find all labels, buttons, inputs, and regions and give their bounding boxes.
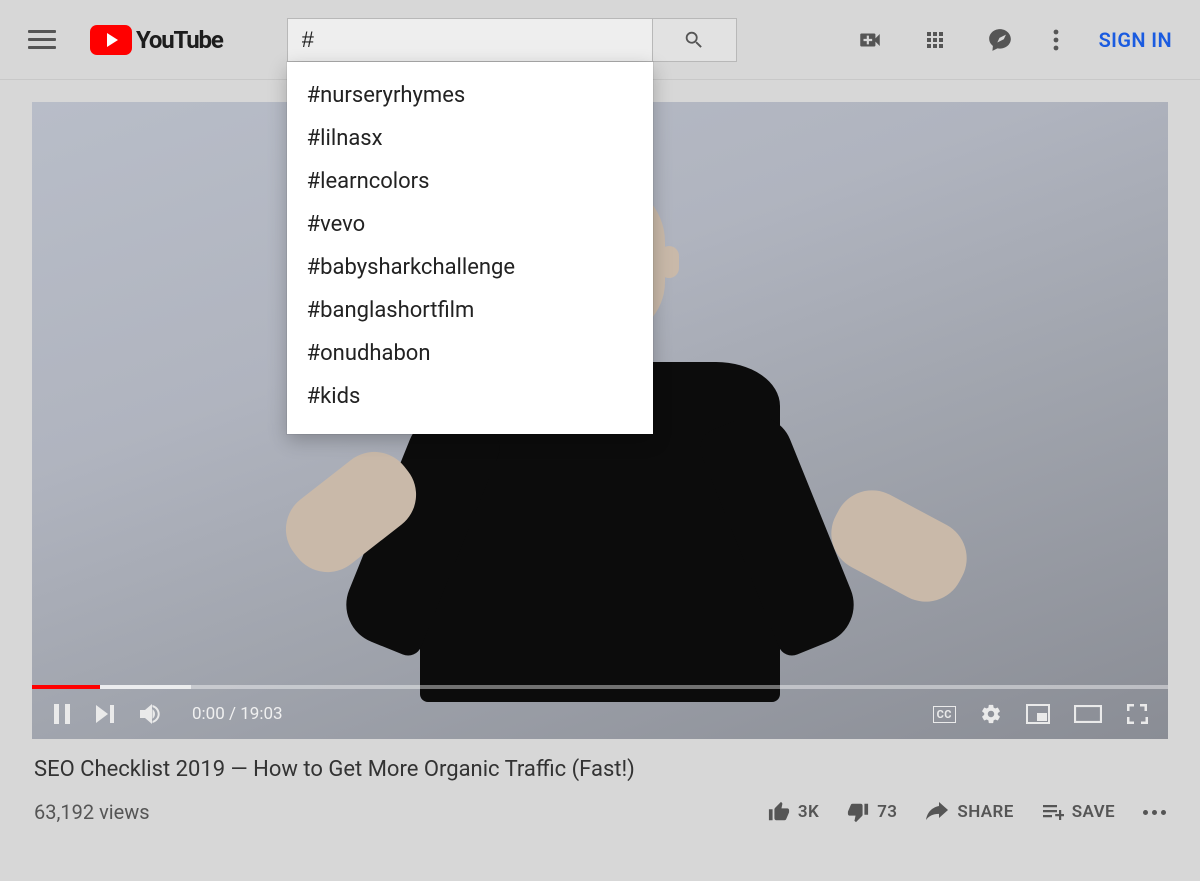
sign-in-button[interactable]: SIGN IN (1099, 28, 1172, 52)
search-container: #nurseryrhymes#lilnasx#learncolors#vevo#… (287, 18, 737, 62)
search-suggestion-item[interactable]: #learncolors (287, 160, 653, 203)
create-video-button[interactable] (857, 27, 883, 53)
search-suggestions-dropdown: #nurseryrhymes#lilnasx#learncolors#vevo#… (287, 62, 653, 434)
video-plus-icon (857, 27, 883, 53)
thumbs-up-icon (768, 801, 790, 823)
save-label: SAVE (1072, 802, 1115, 822)
settings-menu-button[interactable] (1053, 28, 1059, 52)
more-actions-button[interactable] (1143, 810, 1166, 815)
share-button[interactable]: SHARE (925, 801, 1013, 823)
fullscreen-button[interactable] (1126, 703, 1148, 725)
view-count: 63,192 views (34, 800, 150, 824)
header-right: SIGN IN (857, 27, 1172, 53)
youtube-play-icon (90, 25, 132, 55)
search-suggestion-item[interactable]: #kids (287, 375, 653, 418)
next-icon (94, 704, 116, 724)
search-suggestion-item[interactable]: #nurseryrhymes (287, 74, 653, 117)
search-suggestion-item[interactable]: #vevo (287, 203, 653, 246)
search-icon (683, 29, 705, 51)
hamburger-menu-button[interactable] (28, 26, 56, 54)
fullscreen-icon (1126, 703, 1148, 725)
chat-bubble-icon (987, 27, 1013, 53)
share-label: SHARE (957, 802, 1013, 822)
top-header: YouTube #nurseryrhymes#lilnasx#learncolo… (0, 0, 1200, 80)
share-arrow-icon (925, 801, 949, 823)
search-suggestion-item[interactable]: #banglashortfilm (287, 289, 653, 332)
time-display: 0:00 / 19:03 (192, 704, 283, 724)
youtube-logo-text: YouTube (136, 26, 223, 54)
search-suggestion-item[interactable]: #onudhabon (287, 332, 653, 375)
theater-mode-button[interactable] (1074, 705, 1102, 723)
video-meta: SEO Checklist 2019 — How to Get More Org… (34, 757, 1166, 824)
settings-button[interactable] (980, 703, 1002, 725)
miniplayer-icon (1026, 704, 1050, 724)
dislike-button[interactable]: 73 (847, 801, 897, 823)
search-button[interactable] (653, 18, 737, 62)
current-time: 0:00 (192, 704, 225, 724)
youtube-logo[interactable]: YouTube (90, 25, 223, 55)
duration: 19:03 (240, 704, 282, 724)
search-input[interactable] (287, 18, 653, 62)
vertical-dots-icon (1053, 28, 1059, 52)
theater-icon (1074, 705, 1102, 723)
apps-button[interactable] (923, 28, 947, 52)
thumbs-down-icon (847, 801, 869, 823)
gear-icon (980, 703, 1002, 725)
volume-button[interactable] (138, 702, 164, 726)
save-button[interactable]: SAVE (1042, 802, 1115, 822)
captions-button[interactable]: CC (933, 706, 956, 723)
playlist-add-icon (1042, 802, 1064, 822)
player-controls: 0:00 / 19:03 CC (32, 689, 1168, 739)
miniplayer-button[interactable] (1026, 704, 1050, 724)
messages-button[interactable] (987, 27, 1013, 53)
apps-grid-icon (923, 28, 947, 52)
volume-icon (138, 702, 164, 726)
pause-icon (52, 703, 72, 725)
like-button[interactable]: 3K (768, 801, 819, 823)
next-button[interactable] (94, 704, 116, 724)
search-suggestion-item[interactable]: #babysharkchallenge (287, 246, 653, 289)
dislike-count: 73 (877, 802, 897, 822)
pause-button[interactable] (52, 703, 72, 725)
search-suggestion-item[interactable]: #lilnasx (287, 117, 653, 160)
video-actions: 3K 73 SHARE SAVE (768, 801, 1166, 823)
like-count: 3K (798, 802, 819, 822)
video-title: SEO Checklist 2019 — How to Get More Org… (34, 757, 1166, 782)
